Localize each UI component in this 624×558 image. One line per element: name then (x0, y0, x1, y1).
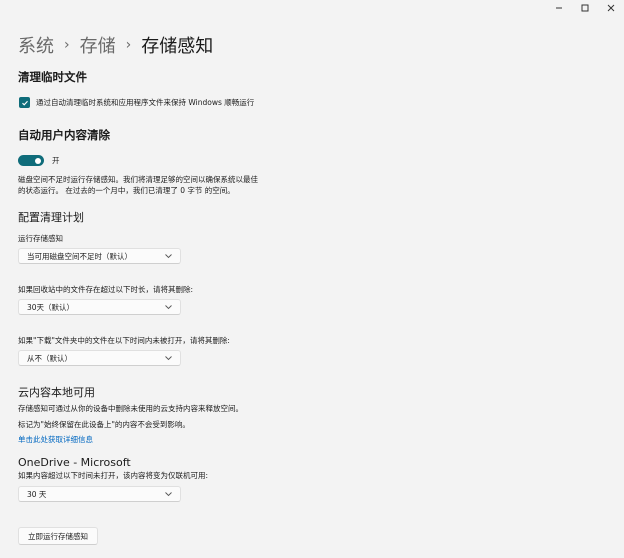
dropdown-value: 30天（默认） (27, 302, 75, 312)
onedrive-label: 如果内容超过以下时间未打开，该内容将变为仅联机可用: (18, 471, 209, 480)
chevron-right-icon: › (125, 37, 132, 53)
auto-cleanup-title: 自动用户内容清除 (18, 128, 110, 142)
run-storage-sense-now-button[interactable]: 立即运行存储感知 (18, 527, 98, 545)
run-storage-sense-label: 运行存储感知 (18, 234, 63, 243)
auto-cleanup-description-line2: 的状态运行。 在过去的一个月中，我们已清理了 0 字节 的空间。 (18, 186, 235, 195)
chevron-down-icon (165, 355, 172, 361)
minimize-button[interactable] (546, 0, 572, 16)
toggle-state-label: 开 (52, 156, 60, 165)
chevron-right-icon: › (64, 37, 70, 53)
chevron-down-icon (165, 304, 172, 310)
cloud-content-title: 云内容本地可用 (18, 386, 95, 399)
maximize-icon (581, 4, 589, 12)
auto-cleanup-toggle-row: 开 (18, 155, 60, 166)
dropdown-value: 从不（默认） (27, 353, 72, 363)
temp-files-checkbox[interactable] (19, 97, 30, 108)
learn-more-link[interactable]: 单击此处获取详细信息 (18, 434, 93, 445)
close-icon (607, 4, 615, 12)
check-icon (21, 100, 28, 106)
downloads-label: 如果"下载"文件夹中的文件在以下时间内未被打开，请将其删除: (18, 336, 230, 345)
chevron-down-icon (165, 491, 172, 497)
downloads-dropdown[interactable]: 从不（默认） (18, 350, 181, 366)
auto-cleanup-toggle[interactable] (18, 155, 44, 166)
temp-files-title: 清理临时文件 (18, 70, 87, 84)
toggle-knob (35, 157, 41, 164)
cloud-content-line2: 标记为"始终保留在此设备上"的内容不会受到影响。 (18, 420, 190, 429)
breadcrumb-system[interactable]: 系统 (18, 32, 54, 58)
recycle-bin-label: 如果回收站中的文件存在超过以下时长，请将其删除: (18, 285, 194, 294)
schedule-title: 配置清理计划 (18, 211, 84, 224)
temp-files-checkbox-row[interactable]: 通过自动清理临时系统和应用程序文件来保持 Windows 顺畅运行 (19, 97, 254, 108)
breadcrumb: 系统 › 存储 › 存储感知 (18, 32, 213, 58)
page-title: 存储感知 (141, 36, 214, 57)
breadcrumb-storage[interactable]: 存储 (80, 32, 116, 58)
recycle-bin-dropdown[interactable]: 30天（默认） (18, 299, 181, 315)
auto-cleanup-description-line1: 磁盘空间不足时运行存储感知。我们将清理足够的空间以确保系统以最佳 (18, 175, 258, 184)
dropdown-value: 30 天 (27, 489, 47, 499)
onedrive-title: OneDrive - Microsoft (18, 456, 131, 469)
window-controls (546, 0, 624, 16)
close-button[interactable] (598, 0, 624, 16)
dropdown-value: 当可用磁盘空间不足时（默认） (27, 251, 132, 261)
onedrive-dropdown[interactable]: 30 天 (18, 486, 181, 502)
minimize-icon (556, 7, 562, 9)
cloud-content-line1: 存储感知可通过从你的设备中删除未使用的云支持内容来释放空间。 (18, 404, 243, 413)
run-storage-sense-dropdown[interactable]: 当可用磁盘空间不足时（默认） (18, 248, 181, 264)
temp-files-checkbox-label: 通过自动清理临时系统和应用程序文件来保持 Windows 顺畅运行 (36, 98, 255, 107)
chevron-down-icon (165, 253, 172, 259)
maximize-button[interactable] (572, 0, 598, 16)
